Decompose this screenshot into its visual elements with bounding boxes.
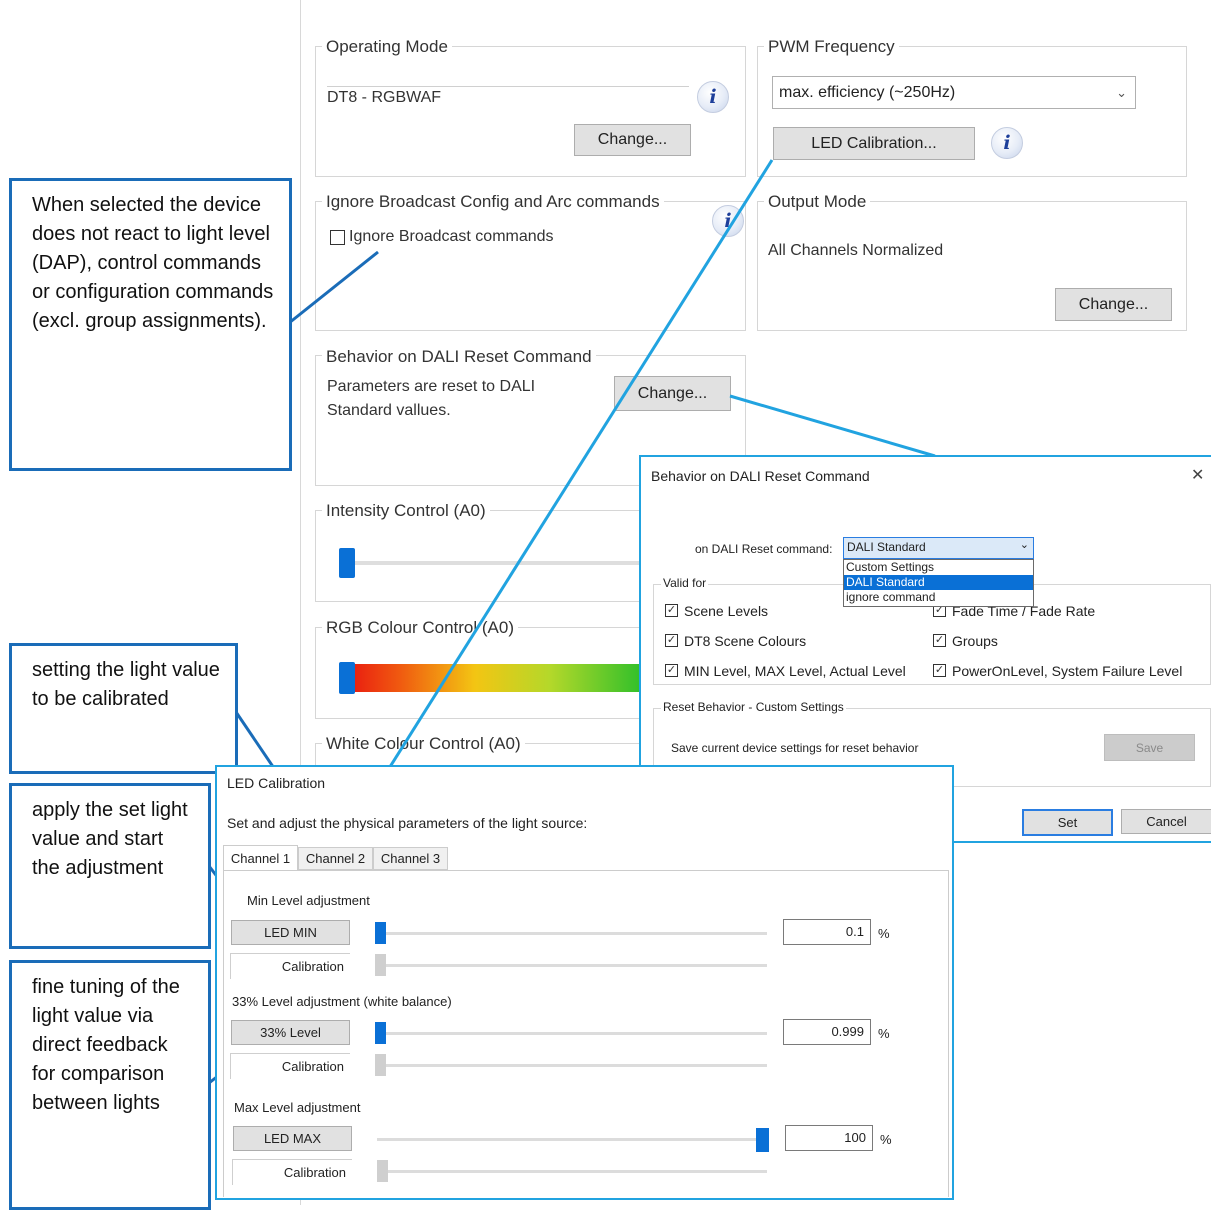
- poweron-failure-label: PowerOnLevel, System Failure Level: [952, 663, 1183, 679]
- min-calibration-slider-thumb[interactable]: [375, 954, 386, 976]
- mid-calibration-slider-thumb[interactable]: [375, 1054, 386, 1076]
- set-button[interactable]: Set: [1022, 809, 1113, 836]
- cancel-button[interactable]: Cancel: [1121, 809, 1211, 834]
- chevron-down-icon: ⌄: [1019, 539, 1029, 551]
- min-level-value[interactable]: 0.1: [783, 919, 871, 945]
- reset-command-selected: DALI Standard: [847, 540, 926, 554]
- mid-level-title: 33% Level adjustment (white balance): [232, 994, 452, 1009]
- mid-level-slider-track[interactable]: [377, 1032, 767, 1035]
- groups-label: Groups: [952, 633, 998, 649]
- reset-command-options: Custom Settings DALI Standard ignore com…: [843, 559, 1034, 607]
- max-calibration-slider-track[interactable]: [377, 1170, 767, 1173]
- option-custom-settings[interactable]: Custom Settings: [844, 560, 1033, 575]
- max-calibration-slider-thumb[interactable]: [377, 1160, 388, 1182]
- min-calibration-button[interactable]: Calibration: [230, 953, 350, 979]
- led-calibration-dialog: LED Calibration Set and adjust the physi…: [215, 765, 954, 1200]
- led-min-button[interactable]: LED MIN: [231, 920, 350, 945]
- led-33-button[interactable]: 33% Level: [231, 1020, 350, 1045]
- tab-channel-3[interactable]: Channel 3: [373, 847, 448, 870]
- reset-dialog-title: Behavior on DALI Reset Command: [651, 468, 870, 484]
- valid-for-title: Valid for: [661, 576, 709, 590]
- tab-channel-2[interactable]: Channel 2: [298, 847, 373, 870]
- callout-broadcast: When selected the device does not react …: [9, 178, 292, 471]
- min-level-title: Min Level adjustment: [247, 893, 370, 908]
- max-level-value[interactable]: 100: [785, 1125, 873, 1151]
- callout-set-value: setting the light value to be calibrated: [9, 643, 238, 774]
- calibration-dialog-title: LED Calibration: [227, 775, 326, 791]
- min-level-slider-track[interactable]: [377, 932, 767, 935]
- tab-channel-1[interactable]: Channel 1: [223, 845, 298, 871]
- mid-level-unit: %: [878, 1026, 890, 1041]
- dt8-scene-colours-label: DT8 Scene Colours: [684, 633, 807, 649]
- calibration-subtitle: Set and adjust the physical parameters o…: [227, 815, 588, 831]
- custom-settings-title: Reset Behavior - Custom Settings: [661, 700, 846, 714]
- groups-checkbox[interactable]: ✓: [933, 634, 946, 647]
- mid-level-slider-thumb[interactable]: [375, 1022, 386, 1044]
- save-button[interactable]: Save: [1104, 734, 1195, 761]
- min-calibration-slider-track[interactable]: [377, 964, 767, 967]
- scene-levels-checkbox[interactable]: ✓: [665, 604, 678, 617]
- custom-settings-text: Save current device settings for reset b…: [671, 741, 919, 755]
- mid-calibration-slider-track[interactable]: [377, 1064, 767, 1067]
- mid-level-value[interactable]: 0.999: [783, 1019, 871, 1045]
- max-level-slider-track[interactable]: [377, 1138, 767, 1141]
- led-max-button[interactable]: LED MAX: [233, 1126, 352, 1151]
- mid-calibration-button[interactable]: Calibration: [230, 1053, 350, 1079]
- min-max-actual-label: MIN Level, MAX Level, Actual Level: [684, 663, 906, 679]
- max-level-unit: %: [880, 1132, 892, 1147]
- max-level-slider-thumb[interactable]: [756, 1128, 769, 1152]
- callout-apply: apply the set light value and start the …: [9, 783, 211, 949]
- dt8-scene-colours-checkbox[interactable]: ✓: [665, 634, 678, 647]
- reset-command-label: on DALI Reset command:: [695, 542, 833, 556]
- min-level-slider-thumb[interactable]: [375, 922, 386, 944]
- max-calibration-button[interactable]: Calibration: [232, 1159, 352, 1185]
- poweron-failure-checkbox[interactable]: ✓: [933, 664, 946, 677]
- max-level-title: Max Level adjustment: [234, 1100, 361, 1115]
- reset-command-select[interactable]: DALI Standard ⌄: [843, 537, 1034, 559]
- option-ignore-command[interactable]: ignore command: [844, 590, 1033, 605]
- scene-levels-label: Scene Levels: [684, 603, 769, 619]
- min-max-actual-checkbox[interactable]: ✓: [665, 664, 678, 677]
- close-icon[interactable]: ✕: [1191, 465, 1204, 485]
- min-level-unit: %: [878, 926, 890, 941]
- option-dali-standard[interactable]: DALI Standard: [844, 575, 1033, 590]
- callout-fine-tune: fine tuning of the light value via direc…: [9, 960, 211, 1210]
